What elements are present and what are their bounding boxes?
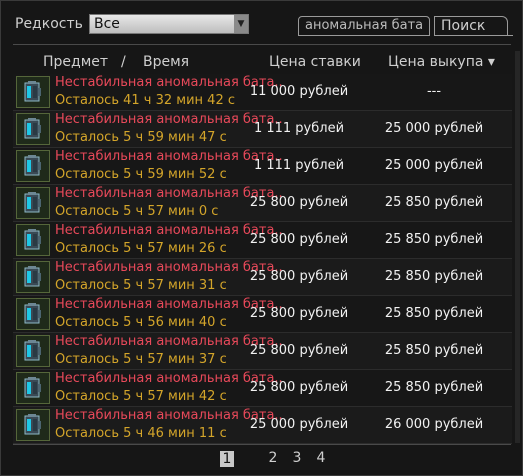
time-left: Осталось 5 ч 46 мин 11 с [55, 426, 227, 441]
column-header-time[interactable]: Время [143, 54, 189, 70]
table-row[interactable]: Нестабильная аномальная бата.. Осталось 5… [13, 370, 512, 407]
bid-price: 1 111 рублей [253, 121, 345, 136]
bid-price: 25 800 рублей [249, 195, 349, 210]
rarity-label: Редкость [15, 16, 83, 32]
rarity-select[interactable]: Все ▼ [89, 14, 249, 34]
search-button-decoration [505, 35, 513, 36]
auction-window: Редкость Все ▼ аномальная бата Поиск Пре… [0, 0, 523, 476]
table-row[interactable]: Нестабильная аномальная бата.. Осталось 4… [13, 74, 512, 111]
bid-price: 25 000 рублей [249, 417, 349, 432]
page-3-link[interactable]: 3 [290, 450, 304, 466]
bid-price: 25 800 рублей [249, 232, 349, 247]
buyout-price: 25 850 рублей [384, 232, 484, 247]
bid-price: 1 111 рублей [253, 158, 345, 173]
bid-price: 25 800 рублей [249, 343, 349, 358]
bid-price: 11 000 рублей [249, 84, 349, 99]
page-4-link[interactable]: 4 [314, 450, 328, 466]
buyout-price: 25 850 рублей [384, 306, 484, 321]
table-row[interactable]: Нестабильная аномальная бата.. Осталось 5… [13, 111, 512, 148]
rarity-value: Все [94, 16, 120, 32]
time-left: Осталось 5 ч 57 мин 31 с [55, 278, 227, 293]
filter-bar: Редкость Все ▼ аномальная бата Поиск [1, 9, 523, 43]
bid-price: 25 800 рублей [249, 380, 349, 395]
time-left: Осталось 5 ч 59 мин 52 с [55, 167, 227, 182]
buyout-price: 25 850 рублей [384, 269, 484, 284]
column-header-bid[interactable]: Цена ставки [269, 54, 361, 70]
table-row[interactable]: Нестабильная аномальная бата.. Осталось 5… [13, 148, 512, 185]
battery-icon[interactable] [16, 372, 50, 404]
column-header-separator: / [121, 54, 126, 70]
time-left: Осталось 5 ч 57 мин 0 с [55, 204, 219, 219]
buyout-price: 25 850 рублей [384, 343, 484, 358]
battery-icon[interactable] [16, 224, 50, 256]
battery-icon[interactable] [16, 150, 50, 182]
table-header: Предмет / Время Цена ставки Цена выкупа … [1, 51, 523, 73]
page-1-link[interactable]: 1 [220, 451, 234, 467]
buyout-price: --- [426, 84, 442, 99]
time-left: Осталось 5 ч 57 мин 26 с [55, 241, 227, 256]
table-row[interactable]: Нестабильная аномальная бата.. Осталось 5… [13, 333, 512, 370]
bid-price: 25 800 рублей [249, 269, 349, 284]
table-row[interactable]: Нестабильная аномальная бата.. Осталось 5… [13, 296, 512, 333]
column-header-buyout[interactable]: Цена выкупа ▾ [388, 54, 495, 70]
buyout-price: 25 000 рублей [384, 158, 484, 173]
pagination: 1 234 [1, 449, 523, 469]
time-left: Осталось 5 ч 56 мин 40 с [55, 315, 227, 330]
lot-list: Нестабильная аномальная бата.. Осталось 4… [13, 74, 512, 444]
search-input[interactable]: аномальная бата [298, 16, 430, 36]
battery-icon[interactable] [16, 335, 50, 367]
bid-price: 25 800 рублей [249, 306, 349, 321]
time-left: Осталось 5 ч 59 мин 47 с [55, 130, 227, 145]
page-2-link[interactable]: 2 [266, 450, 280, 466]
buyout-price: 26 000 рублей [384, 417, 484, 432]
time-left: Осталось 41 ч 32 мин 42 с [55, 93, 235, 108]
divider [13, 44, 511, 45]
column-header-item[interactable]: Предмет [43, 54, 108, 70]
table-row[interactable]: Нестабильная аномальная бата.. Осталось 5… [13, 185, 512, 222]
battery-icon[interactable] [16, 76, 50, 108]
table-row[interactable]: Нестабильная аномальная бата.. Осталось 5… [13, 222, 512, 259]
buyout-price: 25 000 рублей [384, 121, 484, 136]
time-left: Осталось 5 ч 57 мин 42 с [55, 389, 227, 404]
table-row[interactable]: Нестабильная аномальная бата.. Осталось 5… [13, 259, 512, 296]
battery-icon[interactable] [16, 187, 50, 219]
battery-icon[interactable] [16, 298, 50, 330]
battery-icon[interactable] [16, 113, 50, 145]
chevron-down-icon[interactable]: ▼ [234, 15, 248, 33]
buyout-price: 25 850 рублей [384, 380, 484, 395]
table-row[interactable]: Нестабильная аномальная бата.. Осталось 5… [13, 407, 512, 444]
scrollbar[interactable] [515, 51, 520, 443]
search-button-label: Поиск [441, 18, 486, 34]
battery-icon[interactable] [16, 409, 50, 441]
buyout-price: 25 850 рублей [384, 195, 484, 210]
divider [13, 444, 511, 445]
search-button[interactable]: Поиск [434, 16, 513, 36]
time-left: Осталось 5 ч 57 мин 37 с [55, 352, 227, 367]
battery-icon[interactable] [16, 261, 50, 293]
